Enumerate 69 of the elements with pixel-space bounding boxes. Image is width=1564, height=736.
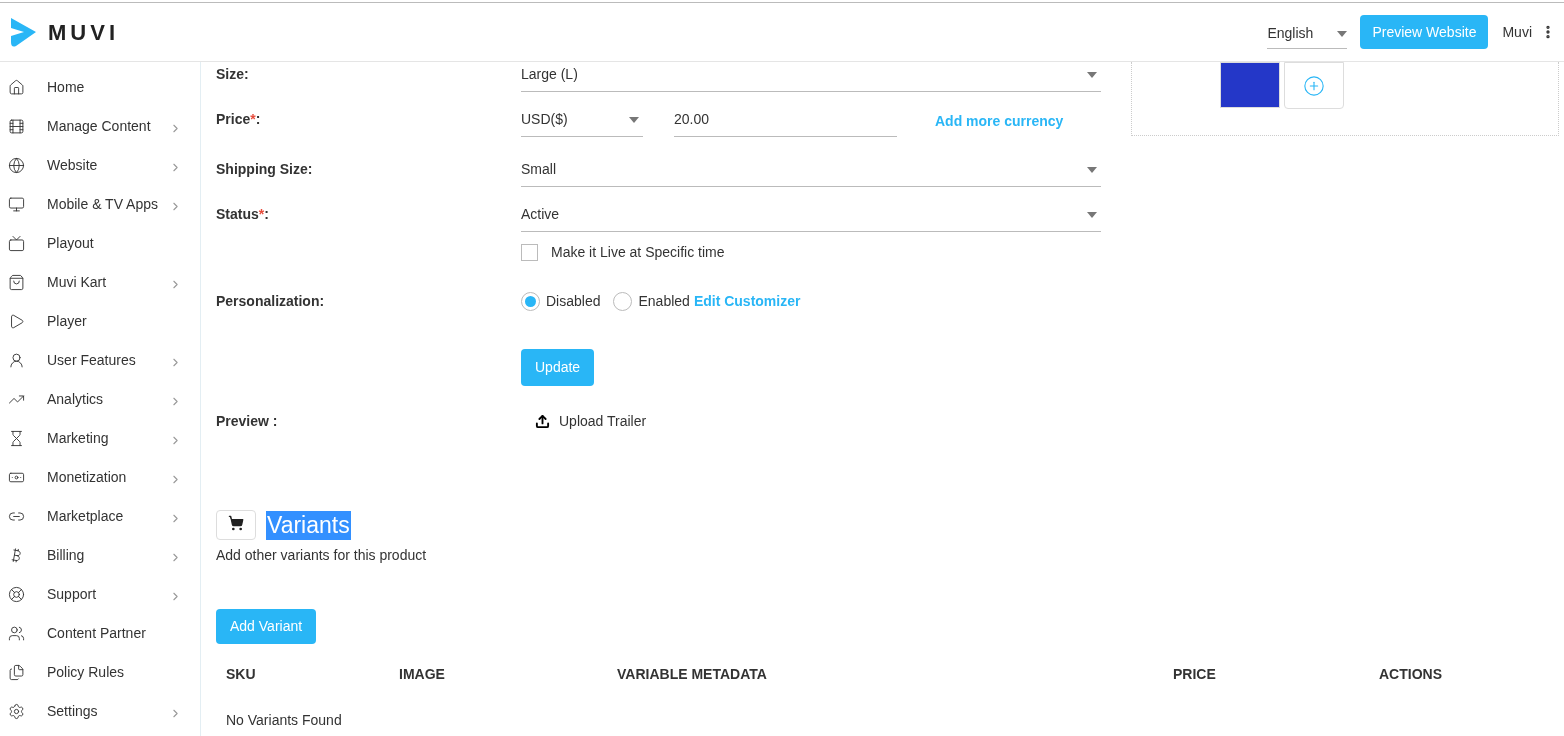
select-field[interactable]: Small — [521, 159, 1101, 187]
column-header: ACTIONS — [1379, 665, 1442, 684]
sidebar-item[interactable]: Marketing — [0, 419, 200, 458]
checkbox-label: Make it Live at Specific time — [551, 244, 725, 261]
checkbox[interactable] — [521, 244, 538, 261]
sidebar-item[interactable]: Settings — [0, 692, 200, 731]
radio-button[interactable] — [613, 291, 633, 311]
sidebar-item[interactable]: Monetization — [0, 458, 200, 497]
dropdown-caret-icon — [1087, 211, 1097, 218]
radio-label: Enabled — [638, 291, 690, 311]
logo-text: MUVI — [48, 18, 119, 47]
film-icon — [8, 118, 25, 135]
field-label: Personalization: — [216, 292, 325, 309]
dropdown-caret-icon — [1337, 30, 1348, 37]
language-select[interactable]: English — [1267, 23, 1348, 49]
field-label: Size: — [216, 66, 249, 82]
sidebar-item[interactable]: Content Partner — [0, 614, 200, 653]
sidebar-item[interactable]: User Features — [0, 341, 200, 380]
hourglass-icon — [8, 430, 25, 447]
column-header: PRICE — [1173, 665, 1216, 684]
field-label: Shipping Size: — [216, 161, 313, 177]
sidebar-item[interactable]: Marketplace — [0, 497, 200, 536]
sidebar-item[interactable]: Home — [0, 68, 200, 107]
radio-label: Disabled — [546, 291, 601, 311]
sidebar-item[interactable]: Support — [0, 575, 200, 614]
globe-icon — [8, 157, 25, 174]
documents-icon — [8, 664, 25, 681]
add-circle-icon — [1303, 74, 1325, 97]
shopping-bag-icon — [8, 274, 25, 291]
upload-trailer-button[interactable]: Upload Trailer — [535, 411, 647, 432]
users-icon — [8, 625, 25, 642]
empty-table-message: No Variants Found — [226, 712, 342, 728]
add-image-tile[interactable] — [1284, 62, 1344, 109]
sidebar-item[interactable]: Website — [0, 146, 200, 185]
sidebar-item[interactable]: Mobile & TV Apps — [0, 185, 200, 224]
field-label: Status*: — [216, 206, 269, 222]
lifebuoy-icon — [8, 586, 25, 603]
user-icon — [8, 352, 25, 369]
upload-icon — [535, 414, 550, 429]
dropdown-caret-icon — [1087, 71, 1097, 78]
select-field[interactable]: Active — [521, 204, 1101, 232]
dropdown-caret-icon — [1087, 166, 1097, 173]
amount-input-field[interactable]: 20.00 — [674, 109, 897, 137]
variants-title: Variants — [266, 510, 351, 540]
sidebar-item[interactable]: Player — [0, 302, 200, 341]
cart-icon — [228, 515, 244, 531]
radio-button[interactable] — [521, 291, 540, 311]
sidebar-item[interactable]: Muvi Kart — [0, 263, 200, 302]
variants-subtitle: Add other variants for this product — [216, 546, 428, 565]
user-name[interactable]: Muvi — [1502, 21, 1532, 43]
monitor-icon — [8, 196, 25, 213]
sidebar-item[interactable]: Manage Content — [0, 107, 200, 146]
dropdown-caret-icon — [629, 116, 639, 123]
sidebar-item[interactable]: Playout — [0, 224, 200, 263]
field-label: Preview : — [216, 413, 278, 429]
select-field[interactable]: Large (L) — [521, 64, 1101, 92]
column-header: SKU — [226, 665, 256, 684]
tv-icon — [8, 235, 25, 252]
currency-select[interactable]: USD($) — [521, 109, 643, 137]
column-header: VARIABLE METADATA — [617, 665, 767, 684]
play-icon — [8, 313, 25, 330]
column-header: IMAGE — [399, 665, 445, 684]
sidebar-item[interactable]: Policy Rules — [0, 653, 200, 692]
sidebar-item[interactable]: Billing — [0, 536, 200, 575]
logo-icon — [8, 16, 38, 48]
home-icon — [8, 79, 25, 96]
settings-icon — [8, 703, 25, 720]
field-label: Price*: — [216, 111, 261, 127]
sidebar-item[interactable]: Analytics — [0, 380, 200, 419]
